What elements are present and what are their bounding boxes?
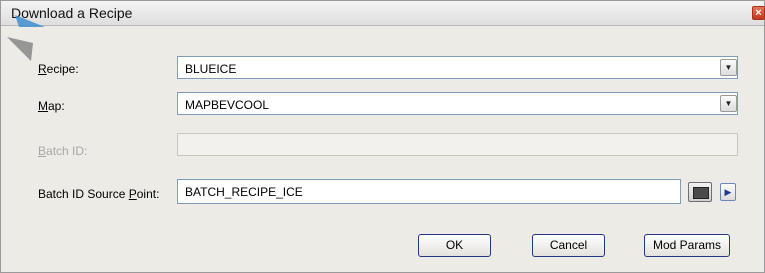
chevron-down-icon: ▼ — [724, 63, 733, 72]
recipe-dropdown-button[interactable]: ▼ — [720, 59, 737, 76]
batch-id-source-point-value: BATCH_RECIPE_ICE — [185, 185, 303, 199]
tag-browser-icon — [693, 187, 709, 199]
recipe-value: BLUEICE — [185, 62, 237, 76]
recipe-label: Recipe: — [38, 62, 79, 76]
batch-id-source-point-label: Batch ID Source Point: — [38, 187, 160, 201]
map-value: MAPBEVCOOL — [185, 98, 270, 112]
batch-id-source-point-input[interactable]: BATCH_RECIPE_ICE — [177, 179, 681, 204]
map-select[interactable]: MAPBEVCOOL — [177, 92, 738, 115]
close-button[interactable]: × — [752, 6, 765, 20]
browse-tag-button[interactable] — [688, 182, 712, 202]
title-bar[interactable]: Download a Recipe × — [1, 1, 765, 26]
batch-id-field — [177, 133, 738, 156]
cancel-button[interactable]: Cancel — [532, 234, 605, 257]
chevron-down-icon: ▼ — [724, 99, 733, 108]
recipe-select[interactable]: BLUEICE — [177, 56, 738, 79]
mod-params-button[interactable]: Mod Params — [644, 234, 730, 257]
chevron-right-icon: ▶ — [724, 187, 732, 197]
map-dropdown-button[interactable]: ▼ — [720, 95, 737, 112]
expand-arrow-button[interactable]: ▶ — [720, 183, 736, 201]
download-recipe-dialog: Download a Recipe × Recipe: BLUEICE ▼ Ma… — [0, 0, 765, 273]
close-icon: × — [755, 7, 762, 19]
ok-button[interactable]: OK — [418, 234, 491, 257]
batch-id-label: Batch ID: — [38, 144, 88, 158]
map-label: Map: — [38, 99, 65, 113]
